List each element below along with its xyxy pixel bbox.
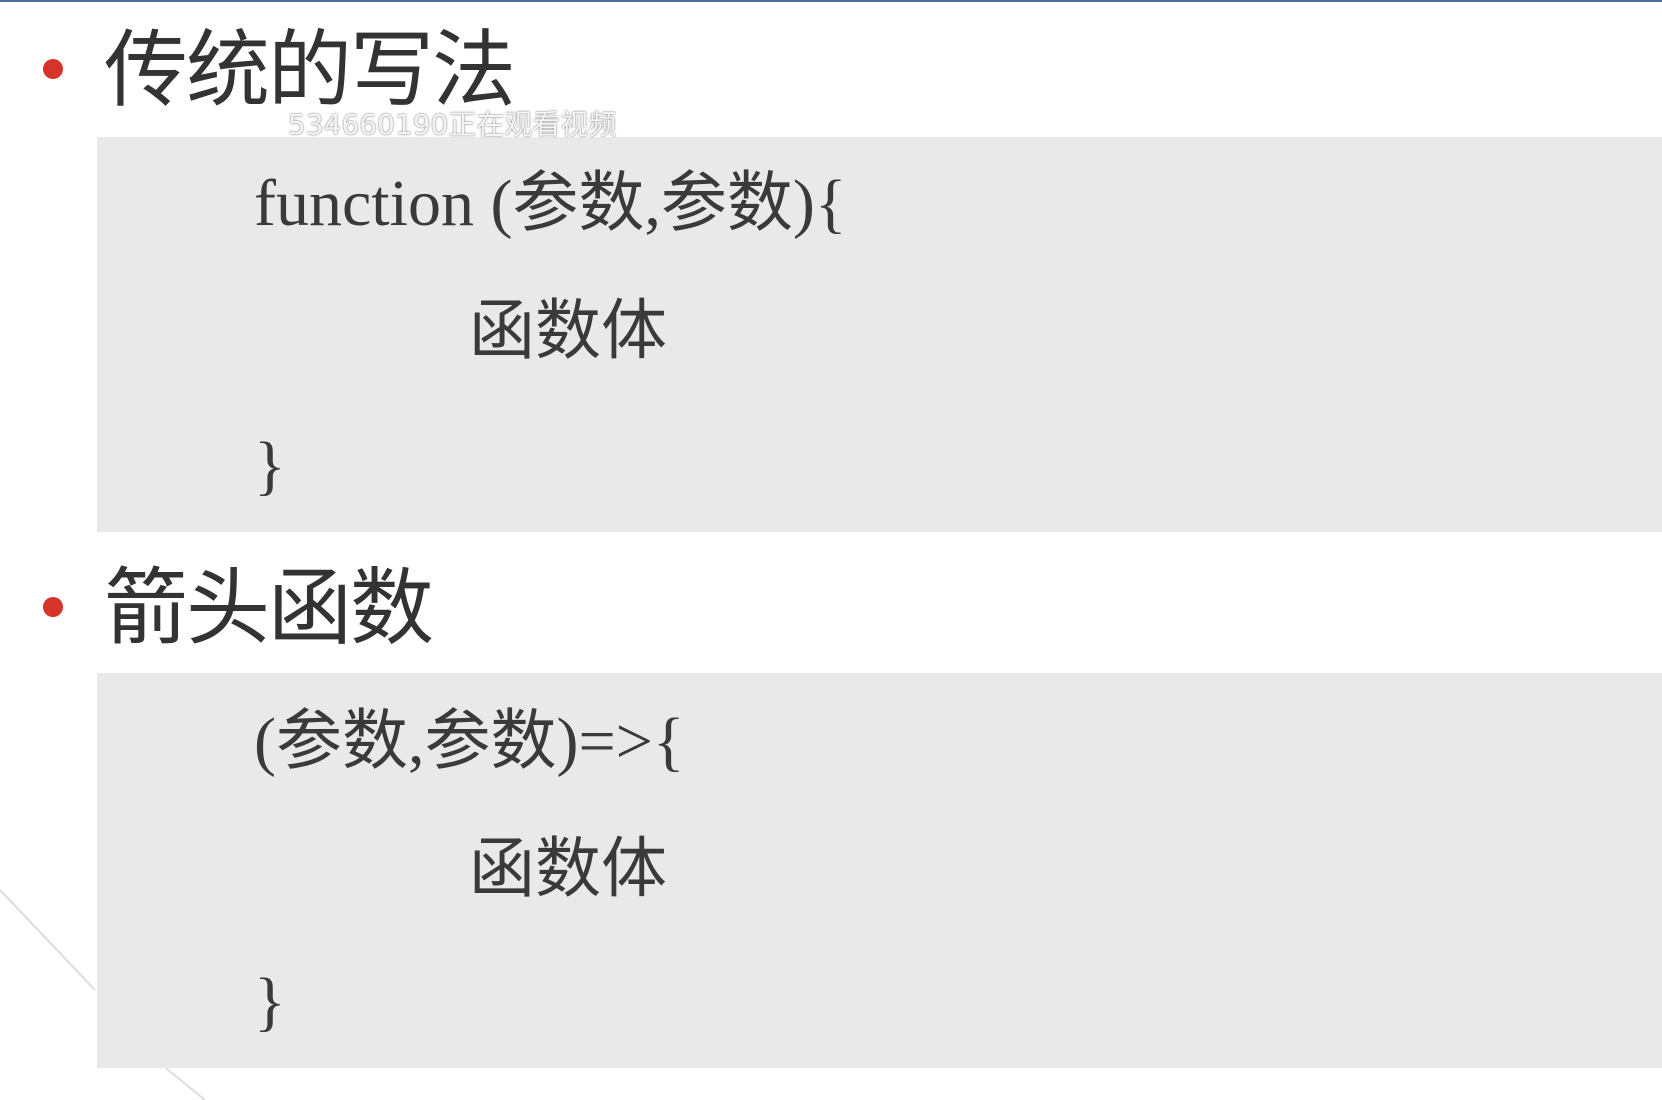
section-heading-arrow: 箭头函数 bbox=[104, 559, 434, 657]
code-line-body: 函数体 bbox=[469, 833, 667, 906]
viewer-watermark: 534660190正在观看视频 bbox=[288, 108, 617, 141]
code-line-signature: (参数,参数)=>{ bbox=[254, 705, 685, 778]
bullet-icon bbox=[43, 59, 63, 79]
bullet-icon bbox=[43, 597, 63, 617]
code-panel-traditional: function (参数,参数){ 函数体 } bbox=[97, 137, 1662, 532]
code-line-signature: function (参数,参数){ bbox=[254, 167, 847, 240]
code-panel-arrow: (参数,参数)=>{ 函数体 } bbox=[97, 673, 1662, 1068]
top-rule bbox=[0, 0, 1662, 2]
code-line-close: } bbox=[254, 965, 286, 1038]
code-line-close: } bbox=[254, 429, 286, 502]
code-line-body: 函数体 bbox=[469, 295, 667, 368]
section-heading-traditional: 传统的写法 bbox=[104, 21, 516, 119]
